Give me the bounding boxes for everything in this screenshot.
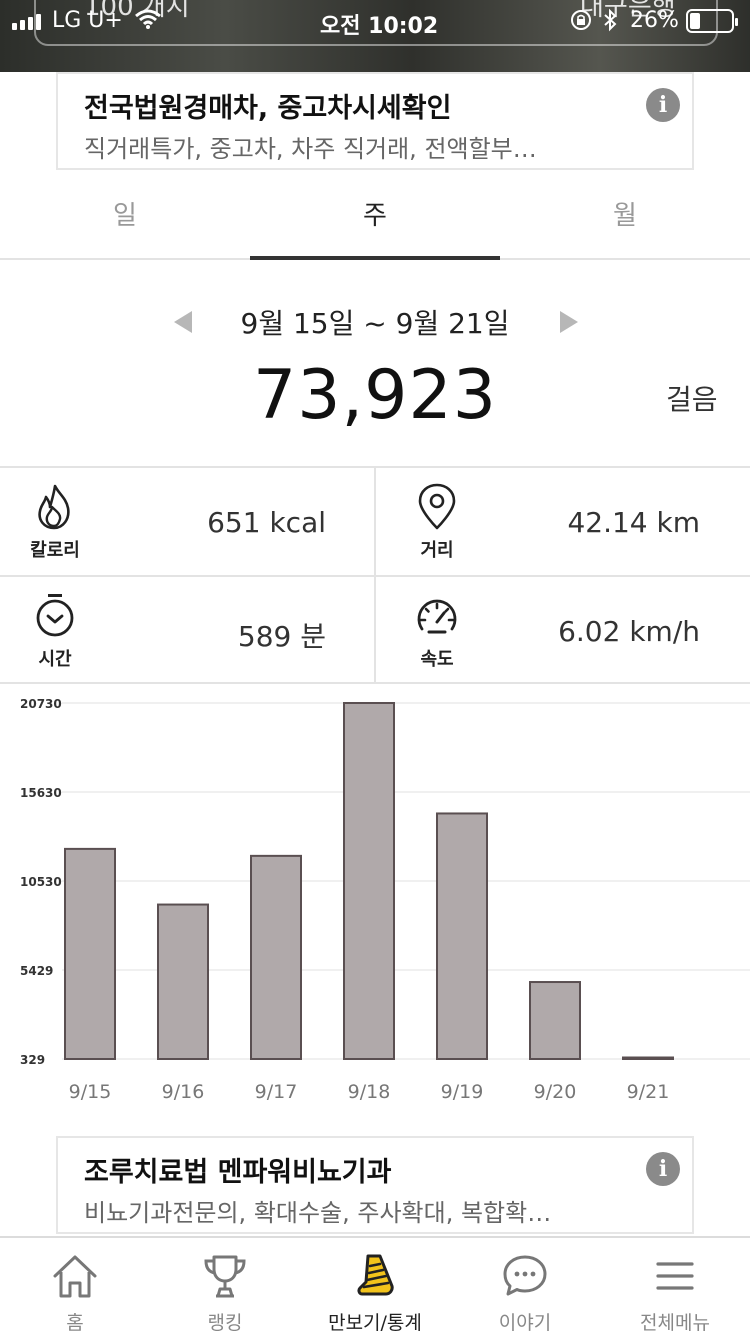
- flame-icon: [38, 484, 70, 530]
- stat-label: 시간: [38, 649, 72, 670]
- bottom-nav: 홈 랭킹 만보기/통계 이야기 전체메뉴: [0, 1236, 750, 1334]
- y-tick-label: 329: [20, 1053, 45, 1067]
- chart-bar: [157, 903, 209, 1060]
- previous-week-arrow-icon[interactable]: [174, 311, 192, 333]
- stat-label: 거리: [420, 540, 454, 561]
- x-tick-label: 9/19: [441, 1081, 484, 1103]
- tab-month[interactable]: 월: [500, 178, 750, 260]
- signal-icon: [12, 14, 41, 30]
- nav-label: 이야기: [498, 1312, 552, 1334]
- chart-bar: [64, 847, 116, 1060]
- tab-week[interactable]: 주: [250, 178, 500, 260]
- home-icon: [53, 1255, 97, 1298]
- nav-pedometer[interactable]: 만보기/통계: [300, 1238, 450, 1334]
- stat-value: 651 kcal: [207, 506, 326, 539]
- status-bar: 100 개지 대구은행 LG U+ 오전 10:02 26%: [0, 0, 750, 72]
- stat-label: 칼로리: [30, 540, 80, 561]
- ad-banner-bottom[interactable]: 조루치료법 멘파워비뇨기과 비뇨기과전문의, 확대수술, 주사확대, 복합확… …: [56, 1136, 694, 1234]
- stat-value: 6.02 km/h: [558, 615, 700, 648]
- x-tick-label: 9/18: [348, 1081, 391, 1103]
- nav-label: 홈: [66, 1312, 84, 1334]
- chat-bubble-icon: [503, 1255, 547, 1296]
- tab-day[interactable]: 일: [0, 178, 250, 260]
- stat-distance: 거리 42.14 km: [376, 468, 750, 575]
- ad-banner-top[interactable]: 전국법원경매차, 중고차시세확인 직거래특가, 중고차, 차주 직거래, 전액할…: [56, 72, 694, 170]
- x-tick-label: 9/17: [255, 1081, 298, 1103]
- location-pin-icon: [418, 483, 456, 530]
- nav-story[interactable]: 이야기: [450, 1238, 600, 1334]
- steps-unit: 걸음: [666, 383, 718, 416]
- y-tick-label: 15630: [20, 786, 62, 800]
- chart-bar: [250, 854, 302, 1060]
- next-week-arrow-icon[interactable]: [560, 311, 578, 333]
- weekly-steps-chart: 20730 15630 10530 5429 329 9/15 9/16 9/17 9/18 9/…: [20, 697, 750, 1103]
- clock: 오전 10:02: [320, 14, 439, 39]
- info-icon[interactable]: i: [646, 1152, 680, 1186]
- nav-label: 만보기/통계: [328, 1312, 422, 1334]
- carrier-label: LG U+: [52, 8, 123, 33]
- chart-bar: [529, 981, 581, 1060]
- nav-home[interactable]: 홈: [0, 1238, 150, 1334]
- stat-speed: 속도 6.02 km/h: [376, 577, 750, 684]
- nav-label: 전체메뉴: [640, 1312, 710, 1334]
- chart-bar: [622, 1056, 674, 1060]
- trophy-icon: [204, 1255, 246, 1298]
- battery-icon: [686, 9, 738, 33]
- total-steps: 73,923: [253, 356, 497, 435]
- stat-value: 589 분: [237, 620, 326, 653]
- ad-title: 조루치료법 멘파워비뇨기과: [84, 1157, 392, 1188]
- active-tab-indicator: [250, 256, 500, 260]
- chart-bar: [436, 812, 488, 1060]
- stat-time: 시간 589 분: [0, 577, 374, 684]
- y-tick-label: 5429: [20, 964, 53, 978]
- speedometer-icon: [417, 599, 457, 634]
- shoe-icon: [357, 1254, 394, 1296]
- period-tabs: 일 주 월: [0, 178, 750, 260]
- stat-calories: 칼로리 651 kcal: [0, 468, 374, 575]
- x-tick-label: 9/16: [162, 1081, 205, 1103]
- x-tick-label: 9/21: [627, 1081, 670, 1103]
- info-icon[interactable]: i: [646, 88, 680, 122]
- x-tick-label: 9/15: [69, 1081, 112, 1103]
- wifi-icon: [135, 9, 161, 29]
- nav-ranking[interactable]: 랭킹: [150, 1238, 300, 1334]
- date-range: 9월 15일 ~ 9월 21일: [240, 307, 510, 340]
- rotation-lock-icon: [571, 10, 591, 30]
- ad-subtitle: 직거래특가, 중고차, 차주 직거래, 전액할부…: [84, 135, 537, 163]
- x-tick-label: 9/20: [534, 1081, 577, 1103]
- stat-label: 속도: [420, 649, 454, 670]
- nav-all-menu[interactable]: 전체메뉴: [600, 1238, 750, 1334]
- ad-subtitle: 비뇨기과전문의, 확대수술, 주사확대, 복합확…: [84, 1199, 552, 1227]
- y-tick-label: 10530: [20, 875, 62, 889]
- stat-value: 42.14 km: [567, 506, 700, 539]
- bluetooth-icon: [604, 8, 617, 32]
- battery-percent: 26%: [630, 8, 679, 33]
- stats-grid: 칼로리 651 kcal 거리 42.14 km 시간 589 분 속도 6.0…: [0, 466, 750, 684]
- ad-title: 전국법원경매차, 중고차시세확인: [84, 93, 452, 124]
- stopwatch-icon: [36, 594, 74, 637]
- chart-bar: [343, 702, 395, 1060]
- nav-label: 랭킹: [207, 1312, 243, 1334]
- y-tick-label: 20730: [20, 697, 62, 711]
- menu-icon: [656, 1262, 694, 1290]
